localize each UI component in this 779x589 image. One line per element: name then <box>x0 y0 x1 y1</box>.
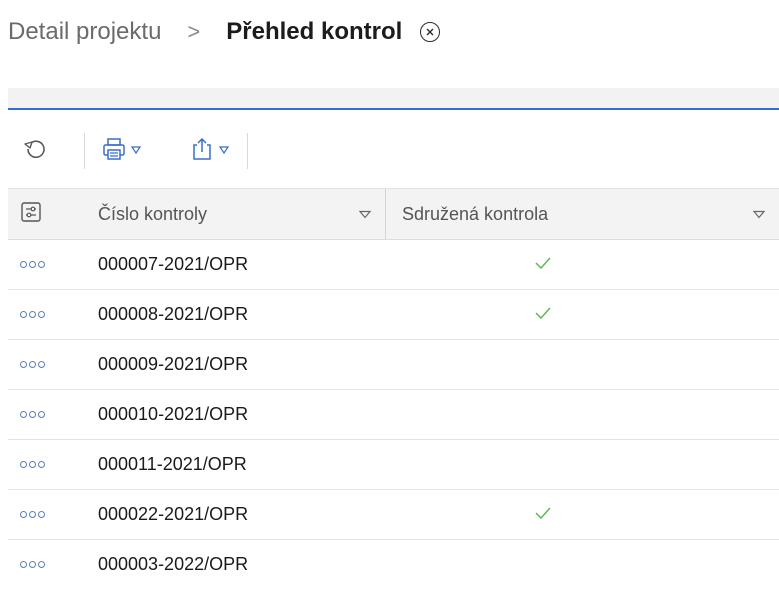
dot <box>29 361 36 368</box>
combined-control-cell <box>386 304 779 325</box>
row-menu-icon[interactable] <box>8 411 84 418</box>
check-icon <box>534 254 552 275</box>
table-header: Číslo kontroly Sdružená kontrola <box>8 188 779 240</box>
dot <box>20 561 27 568</box>
page-title: Přehled kontrol <box>226 18 403 45</box>
row-menu-icon[interactable] <box>8 461 84 468</box>
chevron-down-icon <box>130 142 142 160</box>
export-icon <box>189 136 215 167</box>
control-number: 000022-2021/OPR <box>98 504 249 524</box>
chevron-down-icon <box>218 142 230 160</box>
filter-icon[interactable] <box>752 204 766 225</box>
filter-icon[interactable] <box>358 204 372 225</box>
control-number: 000010-2021/OPR <box>98 404 249 424</box>
dot <box>20 511 27 518</box>
print-icon <box>101 136 127 167</box>
dot <box>29 561 36 568</box>
control-number: 000003-2022/OPR <box>98 554 249 574</box>
toolbar-divider <box>84 133 85 169</box>
check-icon <box>534 304 552 325</box>
print-button[interactable] <box>101 136 142 167</box>
dot <box>20 361 27 368</box>
controls-table: Číslo kontroly Sdružená kontrola 000007-… <box>8 188 779 589</box>
toolbar-divider <box>247 133 248 169</box>
table-row[interactable]: 000010-2021/OPR <box>8 390 779 440</box>
control-number: 000007-2021/OPR <box>98 254 249 274</box>
refresh-button[interactable] <box>22 135 50 168</box>
row-menu-icon[interactable] <box>8 561 84 568</box>
breadcrumb-parent[interactable]: Detail projektu <box>8 18 161 46</box>
table-row[interactable]: 000022-2021/OPR <box>8 490 779 540</box>
dot <box>20 461 27 468</box>
combined-control-cell <box>386 254 779 275</box>
toolbar <box>8 124 779 178</box>
tab-bar <box>8 88 779 110</box>
dot <box>29 311 36 318</box>
dot <box>29 511 36 518</box>
check-icon <box>534 504 552 525</box>
dot <box>29 261 36 268</box>
dot <box>20 411 27 418</box>
table-row[interactable]: 000011-2021/OPR <box>8 440 779 490</box>
row-menu-icon[interactable] <box>8 511 84 518</box>
table-row[interactable]: 000009-2021/OPR <box>8 340 779 390</box>
table-row[interactable]: 000007-2021/OPR <box>8 240 779 290</box>
control-number: 000008-2021/OPR <box>98 304 249 324</box>
dot <box>20 261 27 268</box>
dot <box>38 261 45 268</box>
row-menu-icon[interactable] <box>8 311 84 318</box>
control-number: 000009-2021/OPR <box>98 354 249 374</box>
dot <box>38 511 45 518</box>
dot <box>38 411 45 418</box>
column-header-label: Sdružená kontrola <box>402 203 549 224</box>
row-menu-icon[interactable] <box>8 261 84 268</box>
control-number: 000011-2021/OPR <box>98 454 247 474</box>
dot <box>38 561 45 568</box>
dot <box>38 311 45 318</box>
dot <box>29 411 36 418</box>
settings-sliders-icon <box>20 201 42 228</box>
table-body: 000007-2021/OPR 000008-2021/OPR 000009-202… <box>8 240 779 589</box>
table-row[interactable]: 000003-2022/OPR <box>8 540 779 589</box>
breadcrumb-separator: > <box>187 19 201 44</box>
table-row[interactable]: 000008-2021/OPR <box>8 290 779 340</box>
row-menu-icon[interactable] <box>8 361 84 368</box>
dot <box>38 361 45 368</box>
combined-control-cell <box>386 504 779 525</box>
refresh-icon <box>22 135 50 168</box>
column-header-combined[interactable]: Sdružená kontrola <box>386 189 779 239</box>
column-header-number[interactable]: Číslo kontroly <box>84 189 386 239</box>
export-button[interactable] <box>189 136 230 167</box>
column-settings-button[interactable] <box>8 189 84 239</box>
breadcrumb: Detail projektu > Přehled kontrol <box>8 14 441 50</box>
close-icon[interactable] <box>420 22 441 42</box>
dot <box>20 311 27 318</box>
dot <box>29 461 36 468</box>
column-header-label: Číslo kontroly <box>98 203 208 224</box>
dot <box>38 461 45 468</box>
